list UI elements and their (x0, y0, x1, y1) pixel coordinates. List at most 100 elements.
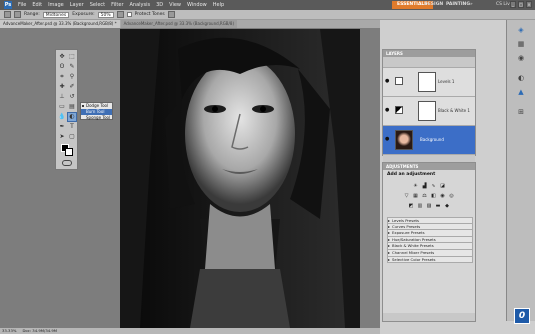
menu-file[interactable]: File (18, 0, 26, 10)
quick-select-tool-icon[interactable]: ✎ (68, 63, 76, 71)
layer-row[interactable]: ● Levels 1 (383, 68, 475, 97)
preset-exposure[interactable]: Exposure Presets (387, 230, 473, 237)
tool-preset-icon[interactable] (4, 11, 11, 18)
visibility-eye-icon[interactable]: ● (385, 79, 390, 84)
brush-tool-icon[interactable]: ✐ (68, 83, 76, 91)
layers-panel: LAYERS ● Levels 1 ● Black & White 1 ● Ba… (382, 49, 476, 164)
color-panel-icon[interactable]: ◈ (516, 26, 526, 35)
lasso-tool-icon[interactable]: ʘ (58, 63, 66, 71)
protect-tones-label: Protect Tones (134, 12, 165, 17)
selective-color-icon[interactable]: ◆ (444, 203, 450, 209)
menu-view[interactable]: View (169, 0, 181, 10)
preset-selective-color[interactable]: Selective Color Presets (387, 256, 473, 264)
flyout-item-label: Burn Tool (86, 109, 105, 114)
menu-select[interactable]: Select (90, 0, 105, 10)
workspace-more-chevron[interactable]: » (465, 1, 478, 9)
pen-tool-icon[interactable]: ✒ (58, 123, 66, 131)
type-tool-icon[interactable]: T (68, 123, 76, 131)
history-brush-tool-icon[interactable]: ↺ (68, 93, 76, 101)
range-select[interactable]: Midtones (42, 11, 70, 18)
visibility-eye-icon[interactable]: ● (385, 137, 390, 142)
blur-tool-icon[interactable]: 💧 (58, 113, 66, 121)
dodge-tool-icon[interactable]: ◐ (67, 112, 77, 122)
invert-icon[interactable]: ◩ (408, 203, 414, 209)
shape-tool-icon[interactable]: ▢ (68, 133, 76, 141)
crop-tool-icon[interactable]: ⌗ (58, 73, 66, 81)
preset-levels[interactable]: Levels Presets (387, 217, 473, 224)
move-tool-icon[interactable]: ✥ (58, 53, 66, 61)
panel-dock: ◈ ▦ ◉ ◐ ▲ ⊞ (506, 20, 535, 321)
curves-icon[interactable]: ∿ (431, 183, 437, 189)
maximize-icon[interactable]: □ (518, 1, 524, 8)
flyout-item-sponge[interactable]: Sponge Tool (81, 115, 112, 121)
gradient-map-icon[interactable]: ▬ (435, 203, 441, 209)
black-white-adjustment-icon (395, 106, 403, 114)
visibility-eye-icon[interactable]: ● (385, 108, 390, 113)
vibrance-icon[interactable]: ▽ (404, 193, 410, 199)
airbrush-icon[interactable] (116, 11, 124, 18)
preset-channel-mixer[interactable]: Channel Mixer Presets (387, 249, 473, 257)
eyedropper-tool-icon[interactable]: ⚲ (68, 73, 76, 81)
layer-row[interactable]: ● Black & White 1 (383, 97, 475, 126)
layers-panel-title[interactable]: LAYERS (383, 50, 475, 57)
posterize-icon[interactable]: ▥ (417, 203, 423, 209)
adjustment-icons-row: ◩ ▥ ▨ ▬ ◆ (383, 203, 475, 209)
hue-saturation-icon[interactable]: ▦ (413, 193, 419, 199)
gradient-tool-icon[interactable]: ▤ (68, 103, 76, 111)
layer-name: Background (420, 137, 444, 142)
menu-layer[interactable]: Layer (70, 0, 84, 10)
exposure-label: Exposure: (72, 12, 95, 17)
background-color-swatch[interactable] (65, 148, 73, 156)
masks-panel-icon[interactable]: ◐ (516, 74, 526, 83)
layer-mask-thumbnail[interactable] (418, 72, 436, 92)
preset-hue-saturation[interactable]: Hue/Saturation Presets (387, 236, 473, 244)
brightness-contrast-icon[interactable]: ☀ (413, 183, 419, 189)
menu-image[interactable]: Image (48, 0, 64, 10)
protect-tones-checkbox[interactable] (126, 12, 132, 17)
eraser-tool-icon[interactable]: ▭ (58, 103, 66, 111)
quick-mask-icon[interactable] (62, 160, 72, 166)
close-icon[interactable]: × (526, 1, 532, 8)
preset-black-white[interactable]: Black & White Presets (387, 243, 473, 250)
menu-edit[interactable]: Edit (32, 0, 42, 10)
canvas-photo[interactable] (120, 29, 360, 328)
exposure-icon[interactable]: ◪ (440, 183, 446, 189)
photo-filter-icon[interactable]: ◉ (440, 193, 446, 199)
document-tab-active[interactable]: AdvanceMaker_After.psd @ 33.3% (Backgrou… (0, 20, 120, 28)
document-tab[interactable]: AdvanceMaker_After.psd @ 33.3% (Backgrou… (120, 20, 238, 28)
adjustment-presets-list: Levels Presets Curves Presets Exposure P… (387, 217, 473, 264)
photoshop-logo: Ps (4, 1, 12, 9)
black-white-icon[interactable]: ◧ (431, 193, 437, 199)
color-balance-icon[interactable]: ⚖ (422, 193, 428, 199)
options-bar: Range: Midtones Exposure: 50% Protect To… (0, 10, 535, 20)
threshold-icon[interactable]: ▨ (426, 203, 432, 209)
adjustments-panel: ADJUSTMENTS Add an adjustment ☀ ▟ ∿ ◪ ▽ … (382, 162, 476, 322)
background-thumbnail (395, 130, 413, 150)
brush-picker-icon[interactable] (14, 11, 21, 18)
exposure-field[interactable]: 50% (97, 11, 114, 18)
zoom-level[interactable]: 33.33% (2, 328, 16, 334)
adjustments-panel-title[interactable]: ADJUSTMENTS (383, 163, 475, 170)
layer-name: Levels 1 (438, 79, 455, 84)
layer-mask-thumbnail[interactable] (418, 101, 436, 121)
menu-filter[interactable]: Filter (111, 0, 123, 10)
menu-3d[interactable]: 3D (156, 0, 163, 10)
histogram-panel-icon[interactable]: ▲ (516, 88, 526, 97)
menu-analysis[interactable]: Analysis (130, 0, 151, 10)
healing-tool-icon[interactable]: ✚ (58, 83, 66, 91)
menu-help[interactable]: Help (213, 0, 224, 10)
clone-stamp-tool-icon[interactable]: ⊥ (58, 93, 66, 101)
menu-window[interactable]: Window (187, 0, 207, 10)
preset-curves[interactable]: Curves Presets (387, 223, 473, 231)
swatches-panel-icon[interactable]: ▦ (516, 40, 526, 49)
path-select-tool-icon[interactable]: ➤ (58, 133, 66, 141)
channel-mixer-icon[interactable]: ◎ (449, 193, 455, 199)
layers-options-row (383, 57, 475, 68)
minimize-icon[interactable]: _ (510, 1, 516, 8)
history-panel-icon[interactable]: ⊞ (516, 108, 526, 117)
layer-row-selected[interactable]: ● Background (383, 126, 475, 155)
styles-panel-icon[interactable]: ◉ (516, 54, 526, 63)
marquee-tool-icon[interactable]: ⬚ (68, 53, 76, 61)
tablet-pressure-icon[interactable] (167, 11, 175, 18)
levels-icon[interactable]: ▟ (422, 183, 428, 189)
